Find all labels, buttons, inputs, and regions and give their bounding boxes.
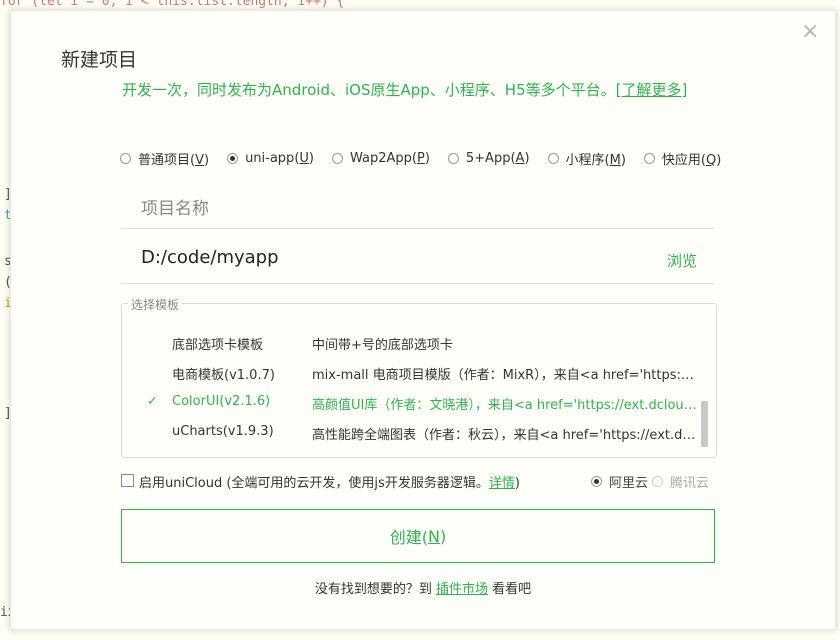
- template-row[interactable]: 电商模板(v1.0.7) mix-mall 电商项目模版（作者：MixR），来自<…: [122, 364, 697, 394]
- unicloud-label: 启用uniCloud (全端可用的云开发，使用js开发服务器逻辑。详情): [139, 472, 520, 491]
- template-description: mix-mall 电商项目模版（作者：MixR），来自<a href='http…: [312, 368, 697, 383]
- project-type-radio[interactable]: [447, 153, 459, 164]
- project-name-input[interactable]: [121, 189, 715, 229]
- template-scrollbar[interactable]: [701, 401, 708, 447]
- create-suffix: ): [439, 526, 447, 546]
- aliyun-label: 阿里云: [609, 476, 649, 491]
- tencent-radio[interactable]: [652, 476, 663, 487]
- unicloud-row: 启用uniCloud (全端可用的云开发，使用js开发服务器逻辑。详情) 阿里云…: [121, 472, 715, 492]
- template-row[interactable]: ✓ ColorUI(v2.1.6) 高颜值UI库（作者：文晓港），来自<a href…: [122, 394, 697, 424]
- template-description: 高颜值UI库（作者：文晓港），来自<a href='https://ext.dc…: [312, 398, 697, 413]
- project-type-option[interactable]: 小程序(M): [547, 149, 626, 168]
- unicloud-text: 启用uniCloud (全端可用的云开发，使用js开发服务器逻辑。: [139, 476, 489, 491]
- project-type-option[interactable]: 普通项目(V): [120, 149, 209, 168]
- template-description: 中间带+号的底部选项卡: [312, 338, 453, 353]
- template-name: 电商模板(v1.0.7): [172, 368, 275, 383]
- aliyun-option[interactable]: 阿里云: [591, 472, 648, 491]
- close-icon[interactable]: ×: [801, 21, 819, 43]
- tencent-label: 腾讯云: [670, 476, 710, 491]
- project-type-label: 快应用(Q): [661, 153, 722, 168]
- template-list-box: 选择模板 底部选项卡模板 中间带+号的底部选项卡电商模板(v1.0.7) mix-m…: [121, 296, 717, 458]
- project-type-label: Wap2App(P): [349, 151, 430, 166]
- unicloud-close-paren: ): [514, 476, 520, 491]
- project-type-radio[interactable]: [331, 153, 343, 164]
- project-type-group: 普通项目(V) uni-app(U) Wap2App(P) 5+App(A) 小程序(M…: [120, 149, 739, 168]
- template-legend: 选择模板: [128, 296, 183, 313]
- create-shortcut: N: [428, 526, 440, 546]
- subtitle-text: 开发一次，同时发布为Android、iOS原生App、小程序、H5等多个平台。: [122, 81, 616, 99]
- checkmark-icon: ✓: [147, 394, 158, 409]
- template-row[interactable]: 底部选项卡模板 中间带+号的底部选项卡: [122, 334, 697, 364]
- footer-tail: 看看吧: [488, 582, 532, 597]
- project-type-option[interactable]: 5+App(A): [447, 149, 530, 168]
- project-type-label: 小程序(M): [565, 153, 626, 168]
- project-type-label: 普通项目(V): [138, 153, 210, 168]
- create-button[interactable]: 创建(N): [121, 509, 715, 563]
- footer-text: 没有找到想要的？到: [314, 582, 436, 597]
- aliyun-radio[interactable]: [591, 476, 602, 487]
- create-label: 创建(: [389, 528, 429, 547]
- project-type-radio[interactable]: [227, 153, 239, 164]
- dialog-title: 新建项目: [61, 49, 138, 71]
- new-project-dialog: × 新建项目 开发一次，同时发布为Android、iOS原生App、小程序、H5…: [10, 10, 836, 630]
- plugin-market-link[interactable]: 插件市场: [436, 582, 488, 597]
- project-type-label: 5+App(A): [465, 151, 530, 166]
- project-type-radio[interactable]: [643, 153, 655, 164]
- project-type-radio[interactable]: [547, 153, 559, 164]
- project-type-label: uni-app(U): [245, 151, 314, 166]
- template-name: 底部选项卡模板: [172, 338, 264, 353]
- background-code-line: for (let i = 0; i < this.list.length; i+…: [0, 0, 345, 9]
- template-name: uCharts(v1.9.3): [172, 424, 274, 439]
- template-name: ColorUI(v2.1.6): [172, 394, 271, 409]
- template-description: 高性能跨全端图表（作者：秋云），来自<a href='https://ext.d…: [312, 428, 697, 443]
- dialog-subtitle: 开发一次，同时发布为Android、iOS原生App、小程序、H5等多个平台。[…: [122, 79, 687, 100]
- project-type-option[interactable]: 快应用(Q): [643, 149, 722, 168]
- project-path-field[interactable]: D:/code/myapp: [141, 247, 279, 268]
- template-list: 底部选项卡模板 中间带+号的底部选项卡电商模板(v1.0.7) mix-mall 电…: [122, 334, 697, 454]
- project-path-row: D:/code/myapp 浏览: [121, 241, 715, 284]
- learn-more-link[interactable]: [了解更多]: [616, 81, 688, 99]
- project-type-option[interactable]: Wap2App(P): [331, 149, 430, 168]
- browse-button[interactable]: 浏览: [667, 250, 697, 271]
- project-type-radio[interactable]: [120, 153, 131, 164]
- unicloud-checkbox[interactable]: [121, 474, 134, 487]
- project-type-option[interactable]: uni-app(U): [227, 149, 314, 168]
- template-row[interactable]: uCharts(v1.9.3) 高性能跨全端图表（作者：秋云），来自<a href…: [122, 424, 697, 454]
- footer-hint: 没有找到想要的？到 插件市场 看看吧: [11, 578, 835, 597]
- tencent-option[interactable]: 腾讯云: [652, 472, 709, 491]
- unicloud-detail-link[interactable]: 详情: [489, 476, 515, 491]
